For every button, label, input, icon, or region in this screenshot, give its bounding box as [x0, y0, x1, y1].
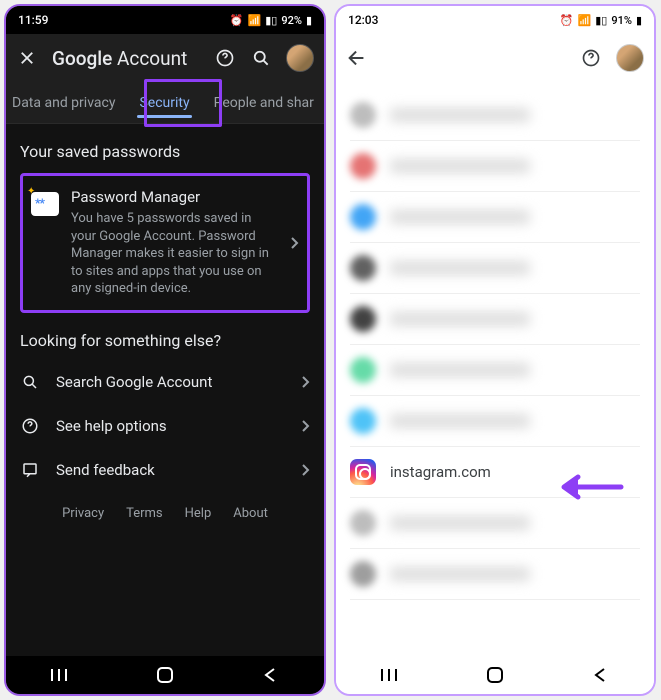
password-manager-desc: You have 5 passwords saved in your Googl…: [71, 210, 277, 298]
wifi-icon: 📶: [578, 14, 592, 27]
nav-recents-icon[interactable]: [50, 666, 68, 684]
wifi-icon: 📶: [248, 14, 262, 27]
password-row-blurred[interactable]: [350, 141, 640, 192]
chevron-right-icon: [300, 463, 310, 477]
search-account-row[interactable]: Search Google Account: [20, 360, 310, 404]
password-row-blurred[interactable]: [350, 549, 640, 600]
status-right: ⏰ 📶 ▮▯ 92% ▮: [230, 14, 312, 27]
tabs: Data and privacy Security People and sha…: [6, 82, 324, 124]
instagram-icon: [350, 459, 376, 485]
nav-back-icon[interactable]: [262, 666, 280, 684]
battery-icon: ▮: [306, 14, 312, 27]
password-row-blurred[interactable]: [350, 192, 640, 243]
avatar[interactable]: [616, 44, 644, 72]
back-icon[interactable]: [346, 47, 368, 69]
help-icon: [20, 417, 40, 435]
footer-about[interactable]: About: [233, 506, 268, 521]
feedback-icon: [20, 461, 40, 479]
search-icon: [20, 373, 40, 391]
nav-back-icon[interactable]: [592, 666, 610, 684]
annotation-highlight-card: ✦** Password Manager You have 5 password…: [20, 173, 310, 313]
annotation-highlight-tab: [144, 79, 222, 127]
footer-privacy[interactable]: Privacy: [62, 506, 104, 521]
signal-icon: ▮▯: [265, 14, 277, 27]
password-list: instagram.com: [336, 82, 654, 656]
nav-home-icon[interactable]: [156, 666, 174, 684]
nav-bar: [336, 656, 654, 694]
status-bar: 11:59 ⏰ 📶 ▮▯ 92% ▮: [6, 6, 324, 34]
password-manager-icon: ✦**: [31, 192, 59, 216]
section-looking-title: Looking for something else?: [20, 331, 310, 350]
chevron-right-icon: [300, 375, 310, 389]
password-manager-title: Password Manager: [71, 188, 277, 206]
footer-terms[interactable]: Terms: [126, 506, 163, 521]
help-icon[interactable]: [580, 47, 602, 69]
status-right: ⏰ 📶 ▮▯ 91% ▮: [560, 14, 642, 27]
footer-help[interactable]: Help: [185, 506, 212, 521]
tab-people-sharing[interactable]: People and shar: [212, 82, 316, 124]
status-bar: 12:03 ⏰ 📶 ▮▯ 91% ▮: [336, 6, 654, 34]
section-saved-passwords-title: Your saved passwords: [20, 142, 310, 161]
alarm-icon: ⏰: [560, 14, 574, 27]
tab-data-privacy[interactable]: Data and privacy: [10, 82, 117, 124]
nav-home-icon[interactable]: [486, 666, 504, 684]
app-bar: Google Account: [6, 34, 324, 82]
password-row-blurred[interactable]: [350, 498, 640, 549]
chevron-right-icon: [289, 236, 299, 250]
nav-recents-icon[interactable]: [380, 666, 398, 684]
annotation-arrow: [556, 472, 626, 502]
nav-bar: [6, 656, 324, 694]
status-time: 11:59: [18, 13, 48, 27]
footer-links: Privacy Terms Help About: [20, 492, 310, 527]
page-title: Google Account: [52, 47, 200, 70]
signal-icon: ▮▯: [595, 14, 607, 27]
help-options-row[interactable]: See help options: [20, 404, 310, 448]
password-row-blurred[interactable]: [350, 243, 640, 294]
password-row-blurred[interactable]: [350, 294, 640, 345]
status-time: 12:03: [348, 13, 378, 27]
chevron-right-icon: [300, 419, 310, 433]
app-bar: [336, 34, 654, 82]
close-icon[interactable]: [16, 47, 38, 69]
send-feedback-row[interactable]: Send feedback: [20, 448, 310, 492]
avatar[interactable]: [286, 44, 314, 72]
password-row-blurred[interactable]: [350, 345, 640, 396]
main-content: Your saved passwords ✦** Password Manage…: [6, 124, 324, 656]
battery-icon: ▮: [636, 14, 642, 27]
screenshot-password-manager-list: 12:03 ⏰ 📶 ▮▯ 91% ▮ instagram.com: [334, 4, 656, 696]
battery-text: 92%: [281, 14, 302, 27]
password-manager-row[interactable]: ✦** Password Manager You have 5 password…: [23, 176, 307, 310]
battery-text: 91%: [611, 14, 632, 27]
help-icon[interactable]: [214, 47, 236, 69]
password-row-blurred[interactable]: [350, 90, 640, 141]
site-label: instagram.com: [390, 463, 491, 481]
search-icon[interactable]: [250, 47, 272, 69]
password-row-blurred[interactable]: [350, 396, 640, 447]
alarm-icon: ⏰: [230, 14, 244, 27]
screenshot-google-account-security: 11:59 ⏰ 📶 ▮▯ 92% ▮ Google Account Data a…: [4, 4, 326, 696]
